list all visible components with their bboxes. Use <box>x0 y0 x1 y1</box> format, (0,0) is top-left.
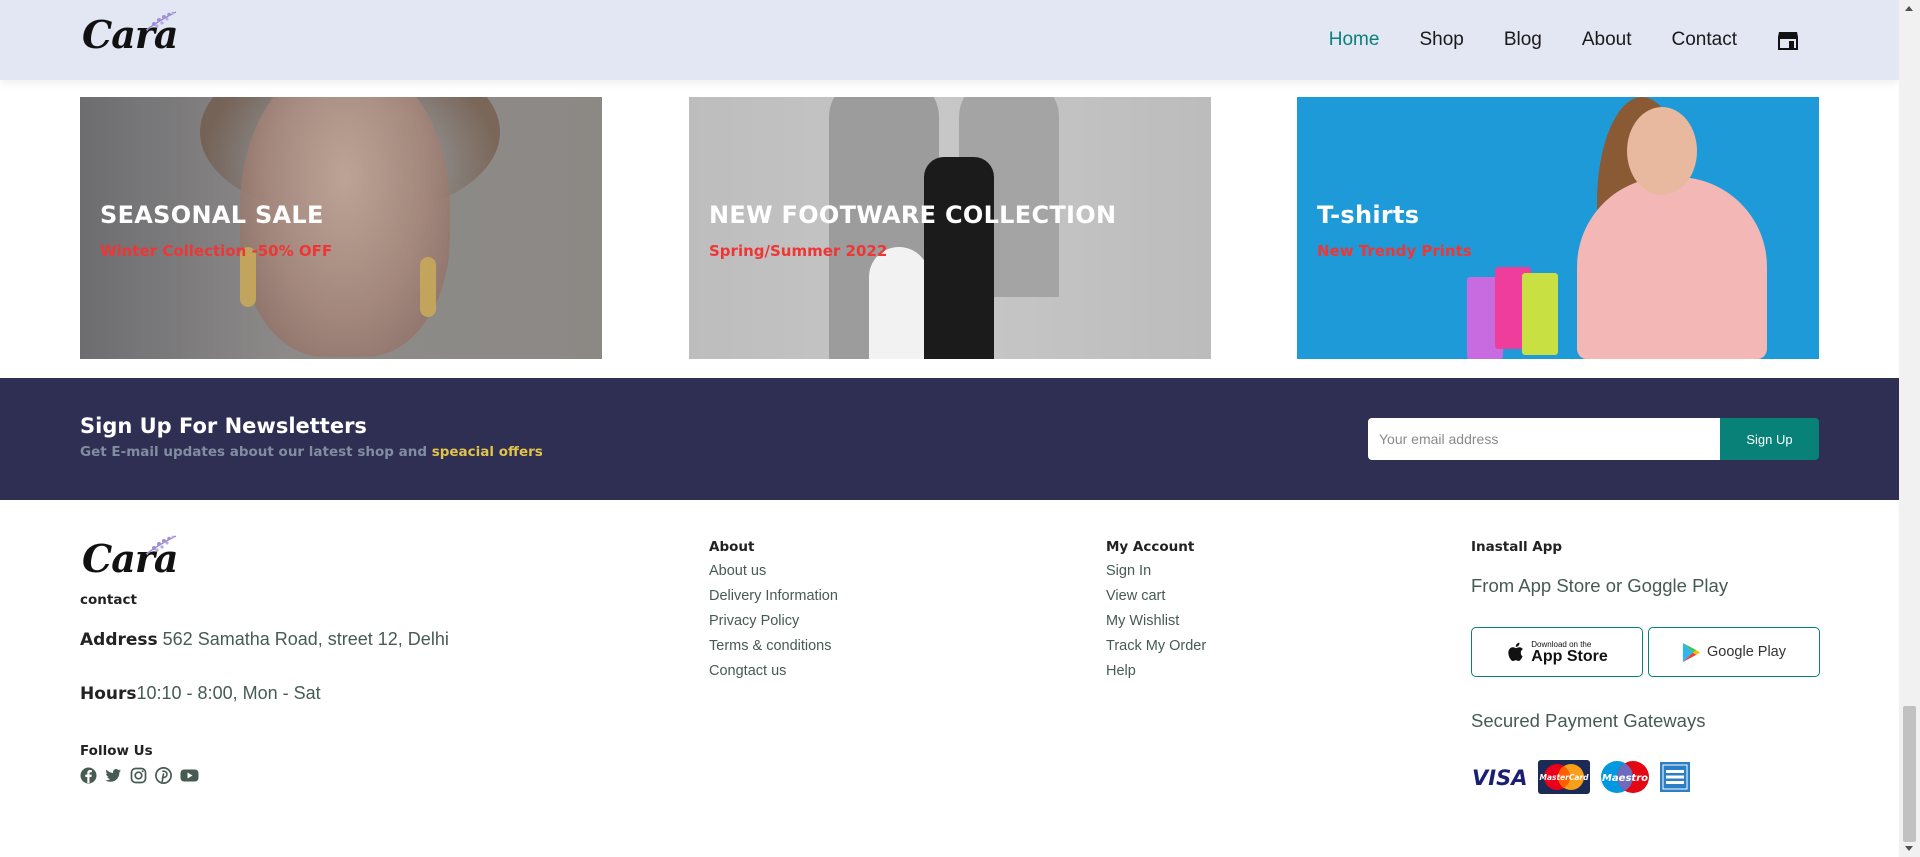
maestro-icon: Maestro <box>1601 761 1649 793</box>
footer-link-terms-conditions[interactable]: Terms & conditions <box>709 638 838 657</box>
newsletter-subtitle-text: Get E-mail updates about our latest shop… <box>80 444 432 460</box>
svg-text:VISA: VISA <box>1472 766 1527 789</box>
instagram-icon[interactable] <box>130 767 147 784</box>
newsletter-section: Sign Up For Newsletters Get E-mail updat… <box>0 378 1899 500</box>
banner-title: SEASONAL SALE <box>100 201 324 229</box>
footer-install-column: Inastall App <box>1471 539 1562 563</box>
hours-line: Hours10:10 - 8:00, Mon - Sat <box>80 683 321 704</box>
twitter-icon[interactable] <box>105 767 122 784</box>
model-outfit-black <box>924 157 994 359</box>
google-play-icon <box>1682 642 1701 662</box>
mastercard-icon: MasterCard <box>1538 760 1590 794</box>
footer-link-track-order[interactable]: Track My Order <box>1106 638 1206 657</box>
address-label: Address <box>80 630 158 650</box>
youtube-icon[interactable] <box>180 767 199 784</box>
shop-icon[interactable] <box>1777 29 1799 51</box>
lavender-sprig-icon <box>145 535 177 555</box>
banner-subtitle: New Trendy Prints <box>1317 242 1472 260</box>
footer-link-delivery-information[interactable]: Delivery Information <box>709 588 838 607</box>
contact-heading: contact <box>80 592 137 608</box>
scroll-down-arrow-icon[interactable] <box>1905 846 1913 851</box>
address-value: 562 Samatha Road, street 12, Delhi <box>157 629 449 649</box>
google-play-text: Google Play <box>1707 644 1786 660</box>
scroll-up-arrow-icon[interactable] <box>1905 6 1913 11</box>
newsletter-subtitle: Get E-mail updates about our latest shop… <box>80 444 543 460</box>
secured-payment-label: Secured Payment Gateways <box>1471 710 1706 731</box>
banner-footware-collection[interactable]: NEW FOOTWARE COLLECTION Spring/Summer 20… <box>689 97 1211 359</box>
nav-link-about[interactable]: About <box>1582 29 1632 51</box>
hours-value: 10:10 - 8:00, Mon - Sat <box>136 683 321 703</box>
install-app-heading: Inastall App <box>1471 539 1563 555</box>
payment-icons: VISA MasterCard Maestro <box>1471 760 1690 794</box>
shopping-bag <box>1522 273 1558 355</box>
follow-heading: Follow Us <box>80 743 153 759</box>
newsletter-title: Sign Up For Newsletters <box>80 414 367 438</box>
google-play-button[interactable]: Google Play <box>1648 627 1820 677</box>
about-heading: About <box>709 539 755 555</box>
install-app-subtitle: From App Store or Goggle Play <box>1471 575 1729 596</box>
footer-link-contact-us[interactable]: Congtact us <box>709 663 838 682</box>
footer-brand-logo[interactable]: Cara <box>82 535 179 581</box>
address-line: Address 562 Samatha Road, street 12, Del… <box>80 629 449 650</box>
svg-text:Maestro: Maestro <box>1602 773 1648 784</box>
banner-title: NEW FOOTWARE COLLECTION <box>709 201 1117 229</box>
top-navbar: Cara Home Shop Blog About Contact <box>0 0 1899 80</box>
account-heading: My Account <box>1106 539 1195 555</box>
newsletter-signup-button[interactable]: Sign Up <box>1720 418 1819 460</box>
model-pants-white <box>869 247 929 359</box>
footer-account-column: My Account Sign In View cart My Wishlist… <box>1106 539 1206 688</box>
app-store-text: Download on the App Store <box>1531 640 1607 665</box>
brand-logo[interactable]: Cara <box>82 11 179 57</box>
model-head <box>1627 107 1697 195</box>
facebook-icon[interactable] <box>80 767 97 784</box>
banner-tshirts[interactable]: T-shirts New Trendy Prints <box>1297 97 1819 359</box>
banner-subtitle: Spring/Summer 2022 <box>709 242 888 260</box>
footer-link-about-us[interactable]: About us <box>709 563 838 582</box>
lavender-sprig-icon <box>145 11 177 31</box>
earring-decoration <box>420 257 436 317</box>
banner-title: T-shirts <box>1317 201 1420 229</box>
footer-link-privacy-policy[interactable]: Privacy Policy <box>709 613 838 632</box>
social-icons <box>80 767 199 784</box>
footer-link-my-wishlist[interactable]: My Wishlist <box>1106 613 1206 632</box>
newsletter-subtitle-highlight: speacial offers <box>431 444 543 460</box>
hours-label: Hours <box>80 684 137 704</box>
amex-icon <box>1660 762 1690 792</box>
nav-links: Home Shop Blog About Contact <box>1329 0 1899 80</box>
nav-link-home[interactable]: Home <box>1329 29 1380 51</box>
banner-seasonal-sale[interactable]: SEASONAL SALE Winter Collection -50% OFF <box>80 97 602 359</box>
pinterest-icon[interactable] <box>155 767 172 784</box>
footer-about-column: About About us Delivery Information Priv… <box>709 539 838 688</box>
page-scrollbar[interactable] <box>1899 0 1920 857</box>
footer-link-view-cart[interactable]: View cart <box>1106 588 1206 607</box>
scrollbar-thumb[interactable] <box>1903 706 1916 842</box>
newsletter-email-input[interactable] <box>1368 418 1720 460</box>
nav-link-blog[interactable]: Blog <box>1504 29 1542 51</box>
footer-link-help[interactable]: Help <box>1106 663 1206 682</box>
svg-text:MasterCard: MasterCard <box>1540 773 1590 782</box>
nav-link-contact[interactable]: Contact <box>1672 29 1737 51</box>
app-store-button[interactable]: Download on the App Store <box>1471 627 1643 677</box>
visa-icon: VISA <box>1472 766 1527 789</box>
nav-link-shop[interactable]: Shop <box>1419 29 1463 51</box>
apple-icon <box>1508 642 1524 661</box>
banner-subtitle: Winter Collection -50% OFF <box>100 242 333 260</box>
model-dress <box>1577 177 1767 359</box>
footer-link-sign-in[interactable]: Sign In <box>1106 563 1206 582</box>
app-store-big-text: App Store <box>1531 647 1608 665</box>
